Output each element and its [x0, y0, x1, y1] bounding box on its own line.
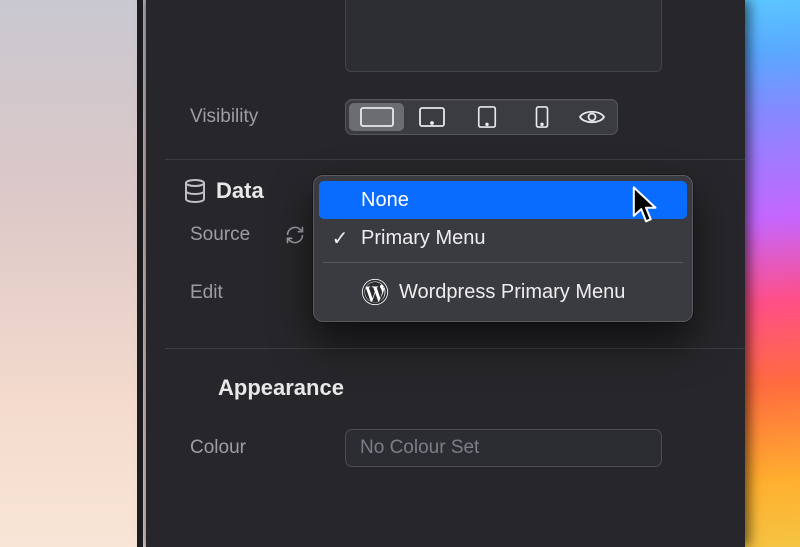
desktop-device-icon: [360, 107, 394, 127]
dropdown-item-primary-menu[interactable]: ✓ Primary Menu: [319, 219, 687, 257]
dropdown-item-label: None: [361, 189, 409, 212]
source-dropdown: None ✓ Primary Menu Wordpress Primary Me…: [313, 175, 693, 322]
tablet-landscape-icon: [419, 107, 445, 127]
colour-field[interactable]: No Colour Set: [345, 429, 662, 467]
dropdown-item-wordpress-primary-menu[interactable]: Wordpress Primary Menu: [319, 268, 687, 316]
visibility-toggle-group: [345, 99, 618, 135]
refresh-icon[interactable]: [285, 225, 305, 245]
checkmark-icon: ✓: [329, 226, 351, 251]
visibility-tablet-landscape[interactable]: [404, 103, 459, 131]
preview-eye-icon: [579, 108, 605, 126]
source-row: Source: [190, 224, 305, 246]
visibility-label: Visibility: [190, 106, 345, 128]
visibility-row: Visibility: [190, 99, 618, 135]
colour-row: Colour No Colour Set: [190, 429, 662, 467]
section-divider: [165, 348, 745, 349]
panel-edge: [137, 0, 143, 547]
data-section-header: Data: [184, 178, 264, 204]
source-label: Source: [190, 224, 285, 246]
empty-content-well[interactable]: [345, 0, 662, 72]
section-divider: [165, 159, 745, 160]
visibility-phone[interactable]: [514, 103, 569, 131]
visibility-desktop[interactable]: [349, 103, 404, 131]
data-section-title: Data: [216, 178, 264, 204]
edit-row: Edit: [190, 282, 223, 304]
desktop-wallpaper-left: [0, 0, 146, 547]
colour-label: Colour: [190, 437, 345, 459]
dropdown-separator: [323, 262, 683, 263]
wordpress-icon: [361, 278, 389, 306]
phone-device-icon: [535, 106, 549, 128]
visibility-tablet-portrait[interactable]: [459, 103, 514, 131]
desktop-wallpaper-right: [745, 0, 800, 547]
appearance-section-title: Appearance: [218, 375, 344, 401]
dropdown-item-none[interactable]: None: [319, 181, 687, 219]
appearance-section-header: Appearance: [218, 375, 344, 401]
tablet-portrait-icon: [477, 106, 497, 128]
visibility-preview[interactable]: [569, 103, 614, 131]
dropdown-item-label: Primary Menu: [361, 227, 485, 250]
dropdown-item-label: Wordpress Primary Menu: [399, 281, 625, 304]
colour-placeholder: No Colour Set: [360, 437, 479, 459]
edit-label: Edit: [190, 282, 223, 304]
database-icon: [184, 179, 206, 203]
